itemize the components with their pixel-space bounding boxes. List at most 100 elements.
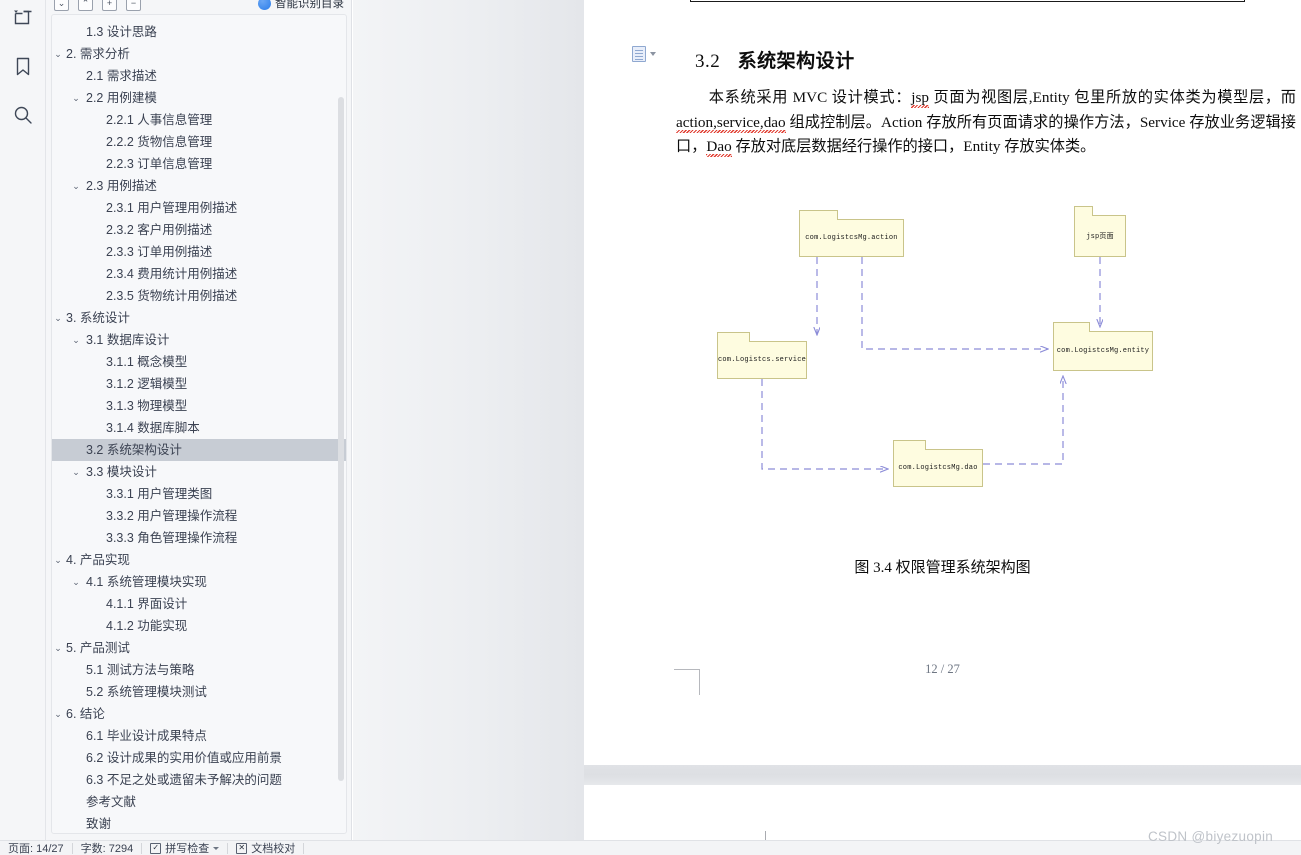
toc-item-label: 6.3 不足之处或遗留未予解决的问题 xyxy=(86,773,282,787)
toc-item[interactable]: 6.3 不足之处或遗留未予解决的问题 xyxy=(52,769,346,791)
status-divider xyxy=(303,842,305,854)
toc-item[interactable]: 6.2 设计成果的实用价值或应用前景 xyxy=(52,747,346,769)
ai-recognize-toc-label: 智能识别目录 xyxy=(275,0,344,10)
toc-item-label: 5.2 系统管理模块测试 xyxy=(86,685,207,699)
toc-item-label: 2.2 用例建模 xyxy=(86,91,157,105)
toc-item[interactable]: 3.3.1 用户管理类图 xyxy=(52,483,346,505)
toc-item[interactable]: ⌄ 4. 产品实现 xyxy=(52,549,346,571)
toc-item[interactable]: 参考文献 xyxy=(52,791,346,813)
toc-item[interactable]: ⌄ 6. 结论 xyxy=(52,703,346,725)
toc-item[interactable]: 2.2.2 货物信息管理 xyxy=(52,131,346,153)
package-label: com.LogistcsMg.dao xyxy=(898,464,978,472)
chevron-down-icon[interactable]: ⌄ xyxy=(70,87,82,109)
toc-item[interactable]: ⌄ 3.1 数据库设计 xyxy=(52,329,346,351)
spellcheck-word-jsp: jsp xyxy=(911,89,929,106)
toc-item[interactable]: 3.2 系统架构设计 xyxy=(52,439,346,461)
expand-all-button[interactable]: ⌃ xyxy=(78,0,93,11)
chevron-down-icon[interactable]: ⌄ xyxy=(52,703,64,725)
toc-item-label: 2.2.3 订单信息管理 xyxy=(106,157,213,171)
chevron-down-icon[interactable]: ⌄ xyxy=(52,307,64,329)
para-text-4: 存放对底层数据经行操作的接口，Entity 存放实体类。 xyxy=(731,138,1096,155)
toc-item[interactable]: 2.2.3 订单信息管理 xyxy=(52,153,346,175)
toc-item[interactable]: 3.1.4 数据库脚本 xyxy=(52,417,346,439)
chevron-down-icon[interactable]: ⌄ xyxy=(52,549,64,571)
toc-item-label: 2.3.4 费用统计用例描述 xyxy=(106,267,238,281)
toc-item[interactable]: ⌄ 2. 需求分析 xyxy=(52,43,346,65)
toc-item-label: 3.3.1 用户管理类图 xyxy=(106,487,213,501)
toc-item[interactable]: 5.1 测试方法与策略 xyxy=(52,659,346,681)
toc-item[interactable]: 2.2.1 人事信息管理 xyxy=(52,109,346,131)
package-tab xyxy=(893,440,927,450)
margin-corner-mark xyxy=(674,669,700,695)
spell-check-toggle[interactable]: ✓ 拼写检查 xyxy=(150,841,220,855)
status-word-count[interactable]: 字数: 7294 xyxy=(80,841,134,855)
toc-item-label: 4.1.2 功能实现 xyxy=(106,619,188,633)
package-jsp[interactable]: jsp页面 xyxy=(1074,206,1126,257)
chevron-down-icon[interactable]: ⌄ xyxy=(70,571,82,593)
spell-check-label: 拼写检查 xyxy=(165,843,210,855)
bookmark-icon[interactable] xyxy=(6,50,40,84)
toc-item[interactable]: 2.3.3 订单用例描述 xyxy=(52,241,346,263)
collapse-all-button[interactable]: ⌄ xyxy=(54,0,69,11)
section-heading-text: 系统架构设计 xyxy=(737,51,855,72)
toc-item[interactable]: 2.3.4 费用统计用例描述 xyxy=(52,263,346,285)
checkmark-icon: ✓ xyxy=(150,842,162,854)
promote-button[interactable]: + xyxy=(102,0,117,11)
toc-item[interactable]: 3.1.3 物理模型 xyxy=(52,395,346,417)
toc-item-label: 3.1.3 物理模型 xyxy=(106,399,188,413)
package-entity[interactable]: com.LogistcsMg.entity xyxy=(1053,322,1153,371)
package-dao[interactable]: com.LogistcsMg.dao xyxy=(893,440,983,487)
toc-item-label: 2.1 需求描述 xyxy=(86,69,157,83)
toc-item[interactable]: 2.3.5 货物统计用例描述 xyxy=(52,285,346,307)
chevron-down-icon[interactable]: ⌄ xyxy=(70,175,82,197)
chevron-down-icon[interactable]: ⌄ xyxy=(52,637,64,659)
toc-item[interactable]: 3.3.2 用户管理操作流程 xyxy=(52,505,346,527)
para-text-2: 页面为视图层,Entity 包里所放的实体类为模型层，而 xyxy=(928,89,1296,106)
toc-item[interactable]: 3.1.2 逻辑模型 xyxy=(52,373,346,395)
toc-item[interactable]: ⌄ 5. 产品测试 xyxy=(52,637,346,659)
proofread-button[interactable]: ✕ 文档校对 xyxy=(236,841,295,855)
toc-item[interactable]: ⌄ 2.2 用例建模 xyxy=(52,87,346,109)
toc-item[interactable]: ⌄ 3. 系统设计 xyxy=(52,307,346,329)
toc-item-label: 2. 需求分析 xyxy=(66,47,130,61)
toc-item[interactable]: 5.2 系统管理模块测试 xyxy=(52,681,346,703)
toc-item[interactable]: 6.1 毕业设计成果特点 xyxy=(52,725,346,747)
toc-item[interactable]: 4.1.2 功能实现 xyxy=(52,615,346,637)
toc-item[interactable]: 致谢 xyxy=(52,813,346,833)
document-canvas[interactable]: 3.2 系统架构设计 本系统采用 MVC 设计模式：jsp 页面为视图层,Ent… xyxy=(353,0,1301,840)
toc-item[interactable]: 1.3 设计思路 xyxy=(52,21,346,43)
toc-item[interactable]: 3.3.3 角色管理操作流程 xyxy=(52,527,346,549)
toc-item[interactable]: 2.1 需求描述 xyxy=(52,65,346,87)
package-label: com.LogistcsMg.action xyxy=(805,234,898,242)
package-action[interactable]: com.LogistcsMg.action xyxy=(799,210,904,257)
toc-item[interactable]: 3.1.1 概念模型 xyxy=(52,351,346,373)
figure-caption: 图 3.4 权限管理系统架构图 xyxy=(854,560,1031,576)
chevron-down-icon[interactable]: ⌄ xyxy=(70,329,82,351)
left-icon-rail xyxy=(0,0,46,840)
toc-item[interactable]: 2.3.2 客户用例描述 xyxy=(52,219,346,241)
search-icon[interactable] xyxy=(6,98,40,132)
toc-item[interactable]: 4.1.1 界面设计 xyxy=(52,593,346,615)
status-page-indicator[interactable]: 页面: 14/27 xyxy=(8,841,64,855)
toc-scrollbar-track[interactable] xyxy=(338,19,344,831)
toc-item[interactable]: ⌄ 4.1 系统管理模块实现 xyxy=(52,571,346,593)
chevron-down-icon[interactable] xyxy=(213,846,220,850)
toc-item[interactable]: 2.3.1 用户管理用例描述 xyxy=(52,197,346,219)
toc-item[interactable]: ⌄ 2.3 用例描述 xyxy=(52,175,346,197)
chevron-down-icon[interactable]: ⌄ xyxy=(70,461,82,483)
section-heading-number: 3.2 xyxy=(695,51,721,72)
status-divider xyxy=(141,842,143,854)
status-word-count-label: 字数: 7294 xyxy=(80,843,134,855)
toc-scrollbar-thumb[interactable] xyxy=(338,97,344,781)
outline-icon[interactable] xyxy=(6,2,40,36)
toc-item[interactable]: ⌄ 3.3 模块设计 xyxy=(52,461,346,483)
package-service[interactable]: com.Logistcs.service xyxy=(717,332,807,379)
word-editor-window: ⌄ ⌃ + − 智能识别目录 1.3 设计思路 ⌄ 2. 需求分析 2.1 需求描述 ⌄… xyxy=(0,0,1301,855)
page-break-gap xyxy=(584,765,1301,785)
demote-button[interactable]: − xyxy=(126,0,141,11)
status-divider xyxy=(227,842,229,854)
toc-item-label: 4.1.1 界面设计 xyxy=(106,597,188,611)
architecture-diagram[interactable]: com.LogistcsMg.action jsp页面 com.Logistcs… xyxy=(704,201,1184,521)
ai-recognize-toc-button[interactable]: 智能识别目录 xyxy=(258,0,344,11)
chevron-down-icon[interactable]: ⌄ xyxy=(52,43,64,65)
